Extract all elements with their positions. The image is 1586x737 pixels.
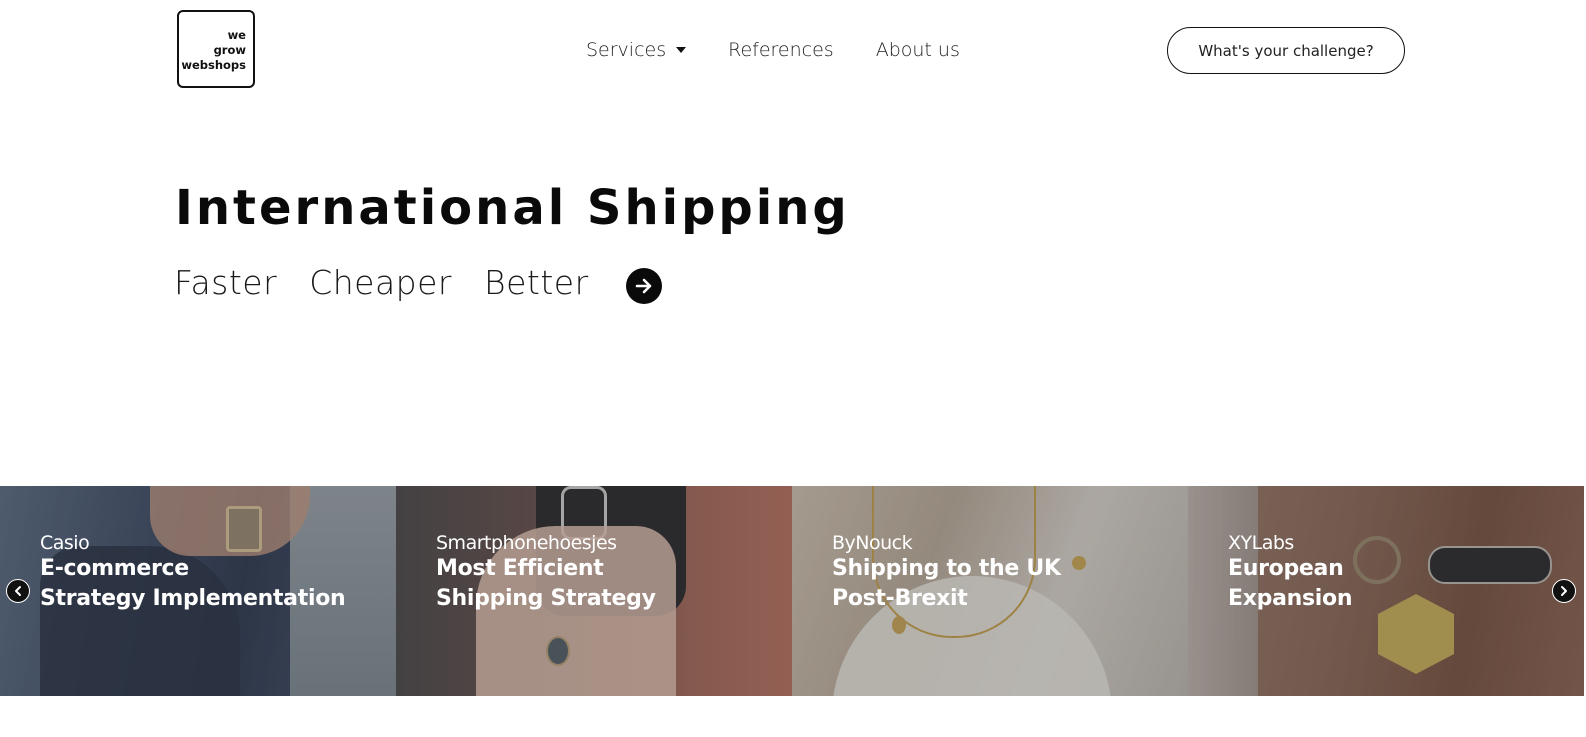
main-nav: Services References About us: [586, 38, 1002, 62]
card-client: ByNouck: [832, 532, 913, 554]
nav-item-about[interactable]: About us: [876, 39, 960, 61]
caret-down-icon: [676, 47, 687, 53]
card-text: XYLabs European Expansion: [1228, 532, 1352, 614]
logo[interactable]: we grow webshops: [177, 10, 255, 88]
case-card-xylabs[interactable]: XYLabs European Expansion: [1188, 486, 1584, 696]
nav-item-services-label: Services: [586, 39, 667, 61]
card-client: Casio: [40, 532, 90, 554]
card-title-line-1: E-commerce: [40, 556, 189, 581]
hero-tagline: Faster Cheaper Better: [174, 262, 662, 304]
challenge-button[interactable]: What's your challenge?: [1167, 27, 1405, 74]
page-title: International Shipping: [175, 180, 850, 236]
card-title-line-2: Expansion: [1228, 586, 1353, 611]
case-card-smartphonehoesjes[interactable]: Smartphonehoesjes Most Efficient Shippin…: [396, 486, 792, 696]
hero-word-faster: Faster: [174, 262, 278, 302]
card-text: Smartphonehoesjes Most Efficient Shippin…: [436, 532, 656, 614]
challenge-button-label: What's your challenge?: [1198, 41, 1374, 60]
card-title-line-2: Strategy Implementation: [40, 586, 346, 611]
nav-item-references[interactable]: References: [728, 39, 834, 61]
case-study-carousel: Casio E-commerce Strategy Implementation…: [0, 486, 1586, 696]
card-title-line-2: Shipping Strategy: [436, 586, 656, 611]
logo-line-3: webshops: [181, 57, 246, 72]
nav-item-references-label: References: [728, 39, 834, 61]
nav-item-about-label: About us: [875, 39, 960, 61]
hero-word-better: Better: [484, 262, 589, 302]
card-client: XYLabs: [1228, 532, 1294, 554]
nav-item-services[interactable]: Services: [586, 39, 687, 61]
card-title-line-1: Most Efficient: [436, 556, 604, 581]
card-text: Casio E-commerce Strategy Implementation: [40, 532, 346, 614]
hero-word-cheaper: Cheaper: [309, 262, 452, 302]
card-title-line-1: European: [1228, 556, 1344, 581]
card-title-line-2: Post-Brexit: [832, 586, 968, 611]
card-text: ByNouck Shipping to the UK Post-Brexit: [832, 532, 1061, 614]
case-card-casio[interactable]: Casio E-commerce Strategy Implementation: [0, 486, 396, 696]
chevron-right-icon[interactable]: [1552, 579, 1576, 603]
card-title-line-1: Shipping to the UK: [832, 556, 1061, 581]
case-card-bynouck[interactable]: ByNouck Shipping to the UK Post-Brexit: [792, 486, 1188, 696]
arrow-right-circle-icon[interactable]: [625, 268, 662, 304]
logo-line-2: grow: [213, 42, 246, 57]
chevron-left-icon[interactable]: [6, 579, 30, 603]
card-client: Smartphonehoesjes: [436, 532, 617, 554]
logo-line-1: we: [227, 27, 246, 42]
